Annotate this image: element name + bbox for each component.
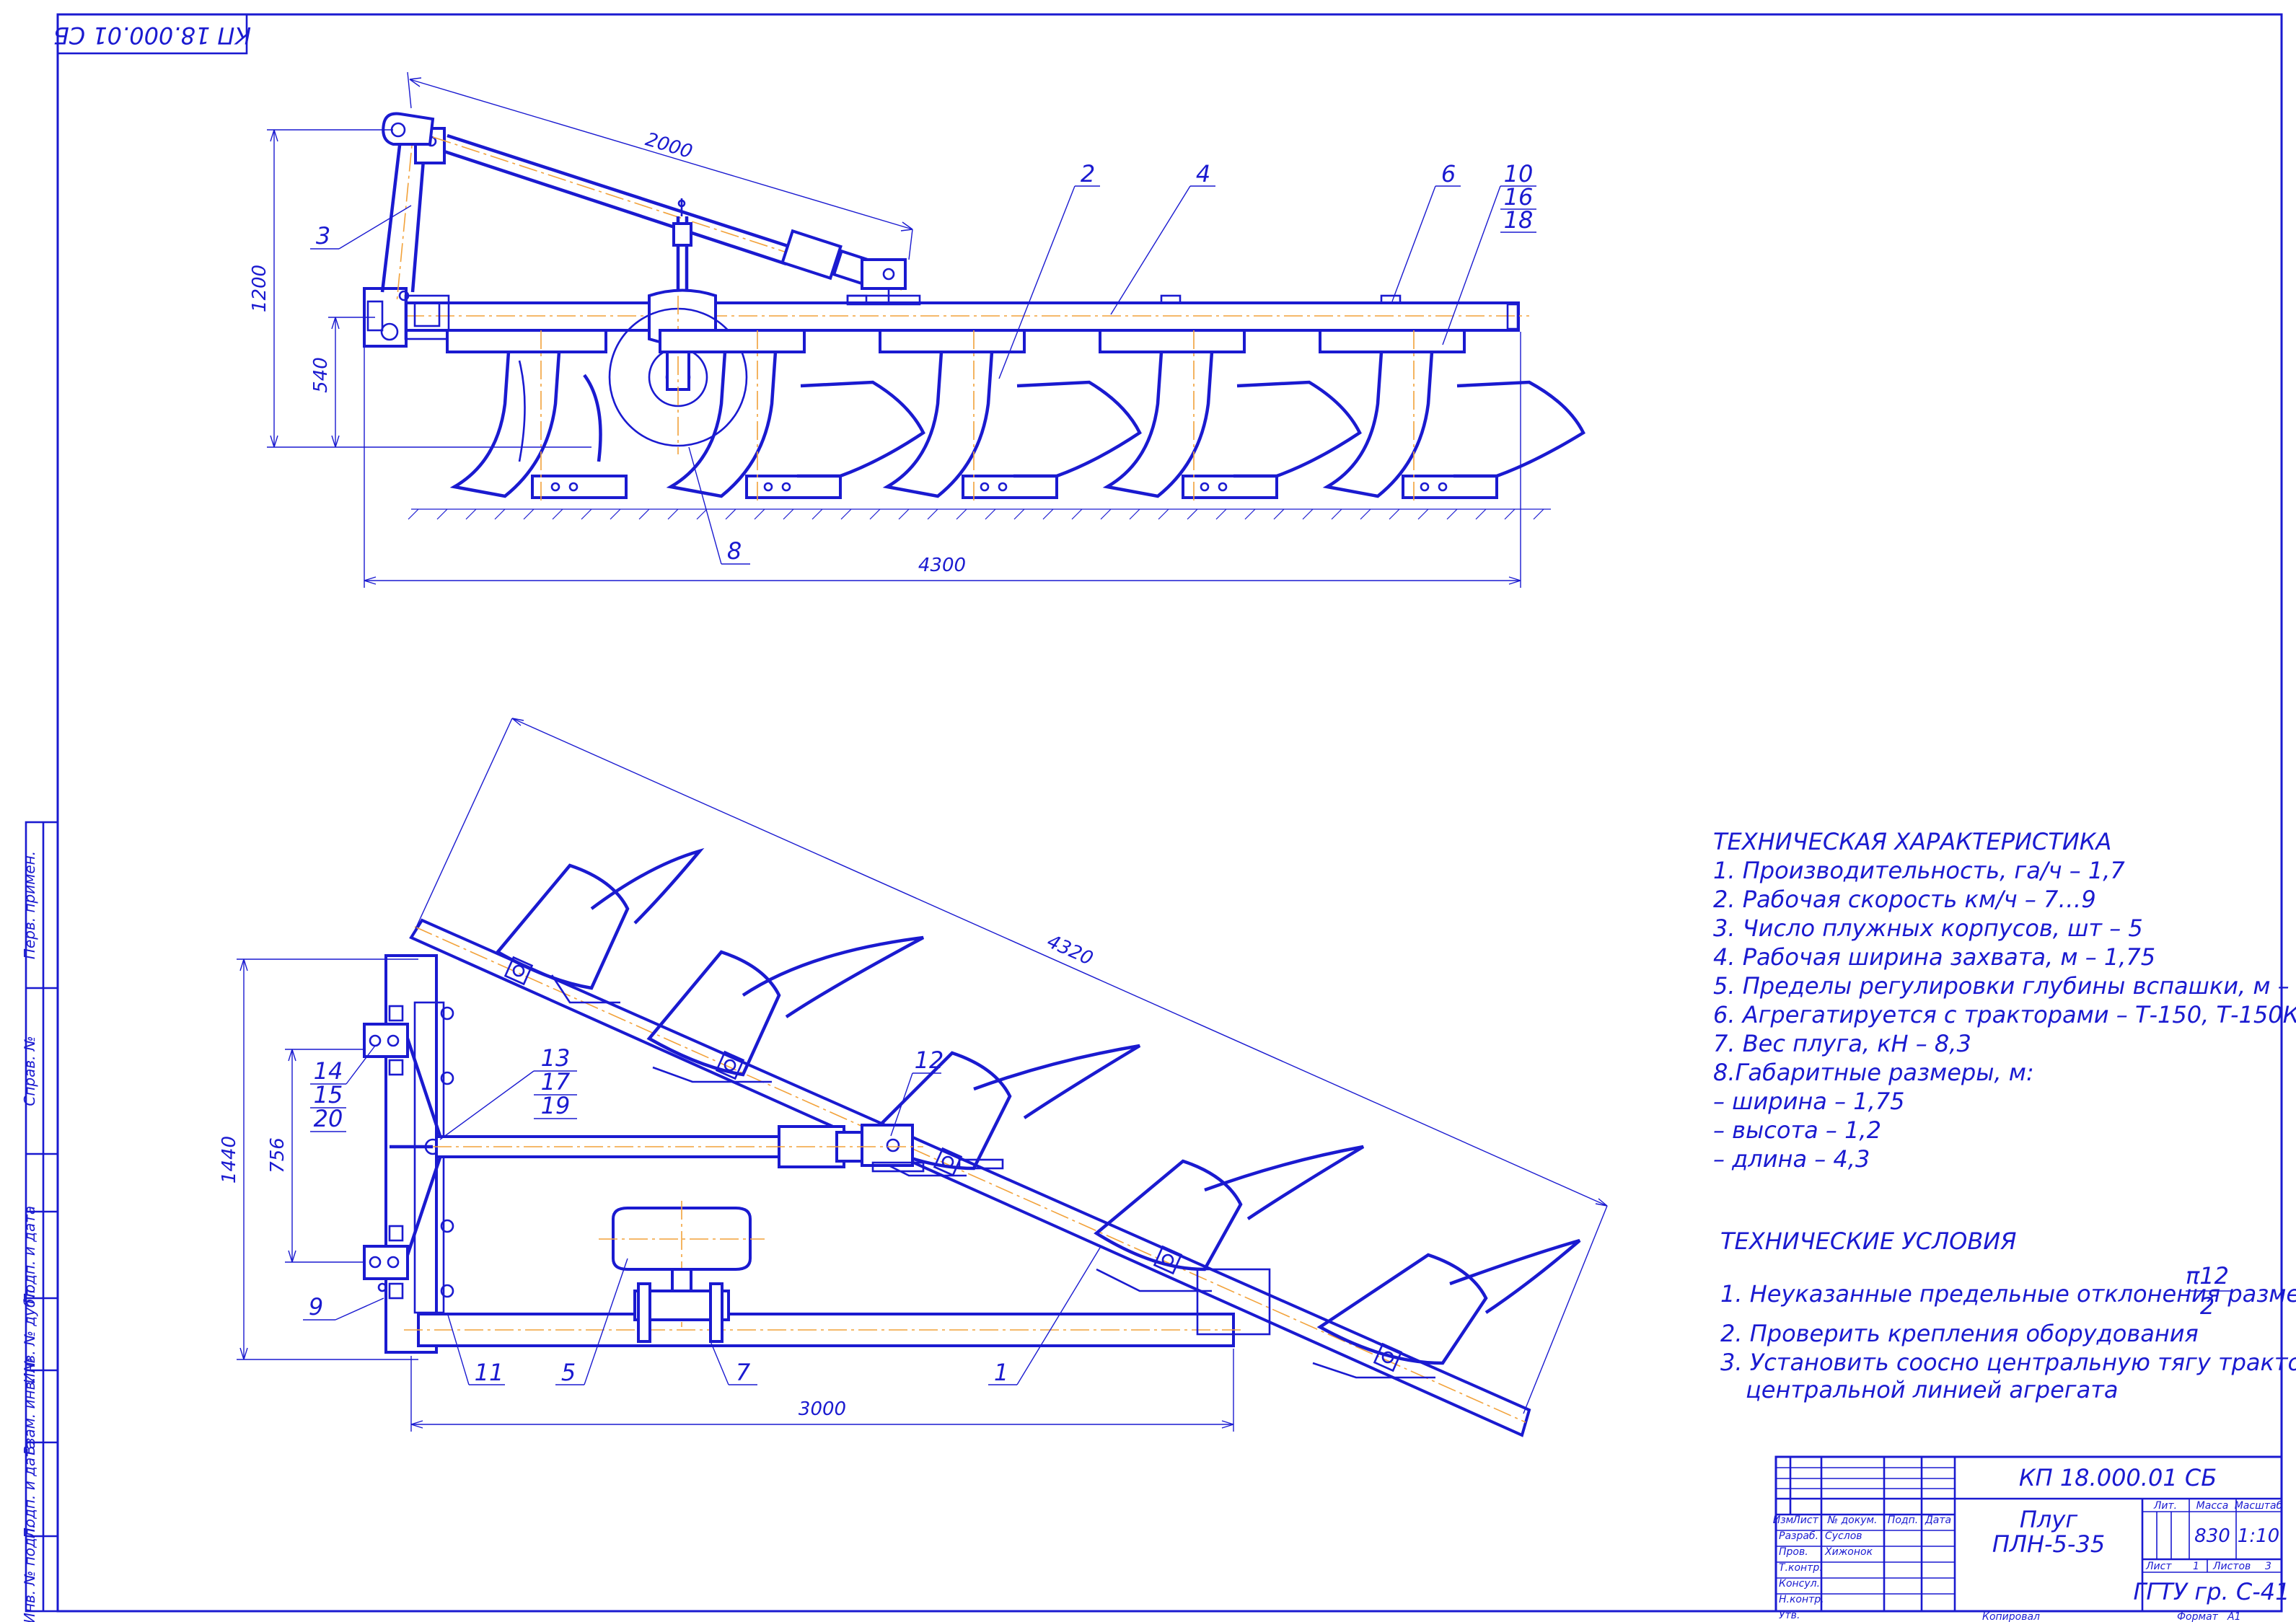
col-list: Лист <box>1792 1515 1818 1526</box>
ground-hatch <box>408 508 1544 520</box>
col-doc: № докум. <box>1826 1515 1877 1526</box>
dim-540: 540 <box>310 357 332 393</box>
callout-7: 7 <box>736 1359 751 1386</box>
col-date: Дата <box>1925 1515 1951 1526</box>
tech-spec-line: 6. Агрегатируется с тракторами – Т-150, … <box>1713 1001 2296 1028</box>
side-view: 2000 1200 540 4300 3 2 4 6 10 16 18 8 <box>249 71 1585 588</box>
tech-conditions: ТЕХНИЧЕСКИЕ УСЛОВИЯ 1. Неуказанные преде… <box>1720 1227 2296 1403</box>
callout-6: 6 <box>1441 160 1456 188</box>
doc-code: КП 18.000.01 СБ <box>2019 1464 2217 1491</box>
tech-condition-line: центральной линией агрегата <box>1746 1376 2118 1403</box>
sheet-label: Лист <box>2145 1561 2172 1572</box>
row-tkontr: Т.контр. <box>1779 1562 1823 1574</box>
hdr-lit: Лит. <box>2153 1500 2177 1512</box>
side-body-2 <box>659 329 925 505</box>
sheet-no: 1 <box>2193 1561 2199 1572</box>
tolerance-numerator: π12 <box>2186 1262 2229 1290</box>
drawing-sheet: КП 18.000.01 СБ Перв. примен. Справ. № П… <box>0 0 2296 1622</box>
callout-2: 2 <box>1081 160 1095 188</box>
product-name: Плуг <box>2020 1506 2077 1533</box>
row-nkontr: Н.контр. <box>1779 1594 1824 1605</box>
tech-conditions-title: ТЕХНИЧЕСКИЕ УСЛОВИЯ <box>1720 1227 2016 1255</box>
callout-19: 19 <box>541 1092 571 1119</box>
top-link <box>432 133 921 306</box>
format-value: А1 <box>2227 1611 2240 1622</box>
tech-spec-line: 5. Пределы регулировки глубины вспашки, … <box>1713 972 2296 1000</box>
format-label: Формат <box>2177 1611 2219 1622</box>
dim-3000: 3000 <box>799 1398 846 1420</box>
sheets-no: 3 <box>2265 1561 2271 1572</box>
side-callouts: 3 2 4 6 10 16 18 8 <box>310 160 1536 565</box>
copied-label: Копировал <box>1982 1611 2040 1622</box>
razrab-name: Суслов <box>1825 1530 1862 1542</box>
hdr-scale: Масштаб <box>2235 1500 2283 1512</box>
plan-view: 4320 1440 756 3000 13 17 19 14 15 20 12 … <box>219 718 1608 1437</box>
col-sign: Подп. <box>1888 1515 1918 1526</box>
main-beam <box>403 301 1520 332</box>
tech-condition-line: 3. Установить соосно центральную тягу тр… <box>1720 1349 2296 1376</box>
callout-9: 9 <box>309 1293 323 1321</box>
plan-body-2 <box>646 935 925 1083</box>
tech-spec-line: 3. Число плужных корпусов, шт – 5 <box>1713 914 2143 942</box>
tech-spec-line: 4. Рабочая ширина захвата, м – 1,75 <box>1713 943 2155 971</box>
tech-spec-line: – высота – 1,2 <box>1713 1116 1881 1144</box>
tech-specs: ТЕХНИЧЕСКАЯ ХАРАКТЕРИСТИКА 1. Производит… <box>1713 828 2296 1173</box>
dim-2000: 2000 <box>643 129 695 164</box>
side-strip-s7: Инв. № подл. <box>21 1524 38 1622</box>
drawing-canvas: КП 18.000.01 СБ Перв. примен. Справ. № П… <box>21 13 2296 1622</box>
tech-spec-line: 7. Вес плуга, кН – 8,3 <box>1713 1030 1971 1057</box>
dim-4320: 4320 <box>1044 931 1096 970</box>
mass-value: 830 <box>2194 1525 2230 1547</box>
tech-spec-line: 1. Производительность, га/ч – 1,7 <box>1713 857 2125 884</box>
top-stamp: КП 18.000.01 СБ <box>53 13 251 55</box>
side-body-1 <box>446 329 628 505</box>
scale-value: 1:10 <box>2238 1525 2279 1547</box>
tech-specs-title: ТЕХНИЧЕСКАЯ ХАРАКТЕРИСТИКА <box>1713 828 2111 855</box>
top-stamp-text: КП 18.000.01 СБ <box>53 22 251 49</box>
callout-3: 3 <box>316 222 330 250</box>
side-strip: Перв. примен. Справ. № Подп. и дата Инв.… <box>21 821 59 1622</box>
dim-1200: 1200 <box>249 265 270 312</box>
callout-8: 8 <box>727 537 742 565</box>
prov-name: Хижонок <box>1824 1546 1873 1558</box>
callout-18: 18 <box>1504 206 1534 234</box>
side-strip-s1: Перв. примен. <box>21 851 38 959</box>
tolerance-denominator: 2 <box>2200 1292 2214 1320</box>
tech-spec-line: 8.Габаритные размеры, м: <box>1713 1059 2034 1086</box>
side-body-5 <box>1319 329 1585 505</box>
row-razrab: Разраб. <box>1779 1530 1818 1542</box>
organization: ГГТУ гр. С-41 <box>2134 1578 2290 1605</box>
callout-12: 12 <box>915 1046 944 1074</box>
hdr-mass: Масса <box>2196 1500 2229 1512</box>
callout-20: 20 <box>314 1105 343 1132</box>
side-strip-s2: Справ. № <box>21 1036 38 1106</box>
title-block: Изм Лист № докум. Подп. Дата Разраб. Сус… <box>1773 1455 2290 1622</box>
row-prov: Пров. <box>1779 1546 1808 1558</box>
tech-condition-line: 2. Проверить крепления оборудования <box>1720 1320 2199 1347</box>
col-izm: Изм <box>1773 1515 1794 1526</box>
side-body-3 <box>879 329 1142 505</box>
row-utv: Утв. <box>1779 1610 1800 1621</box>
dim-1440: 1440 <box>219 1136 240 1184</box>
row-konsul: Консул. <box>1779 1578 1820 1590</box>
callout-4: 4 <box>1196 160 1210 188</box>
dim-4300: 4300 <box>918 555 966 576</box>
side-body-4 <box>1099 329 1362 505</box>
diagonal-beam <box>409 918 1531 1437</box>
side-strip-s6: Подп. и дата <box>21 1440 38 1538</box>
tech-spec-line: – ширина – 1,75 <box>1713 1088 1904 1115</box>
product-model: ПЛН-5-35 <box>1992 1530 2105 1558</box>
tech-spec-line: – длина – 4,3 <box>1713 1145 1870 1173</box>
callout-11: 11 <box>475 1359 504 1386</box>
dim-756: 756 <box>267 1137 289 1173</box>
sheets-label: Листов <box>2212 1561 2251 1572</box>
tech-spec-line: 2. Рабочая скорость км/ч – 7…9 <box>1713 886 2096 913</box>
callout-1: 1 <box>994 1359 1008 1386</box>
callout-5: 5 <box>561 1359 576 1386</box>
